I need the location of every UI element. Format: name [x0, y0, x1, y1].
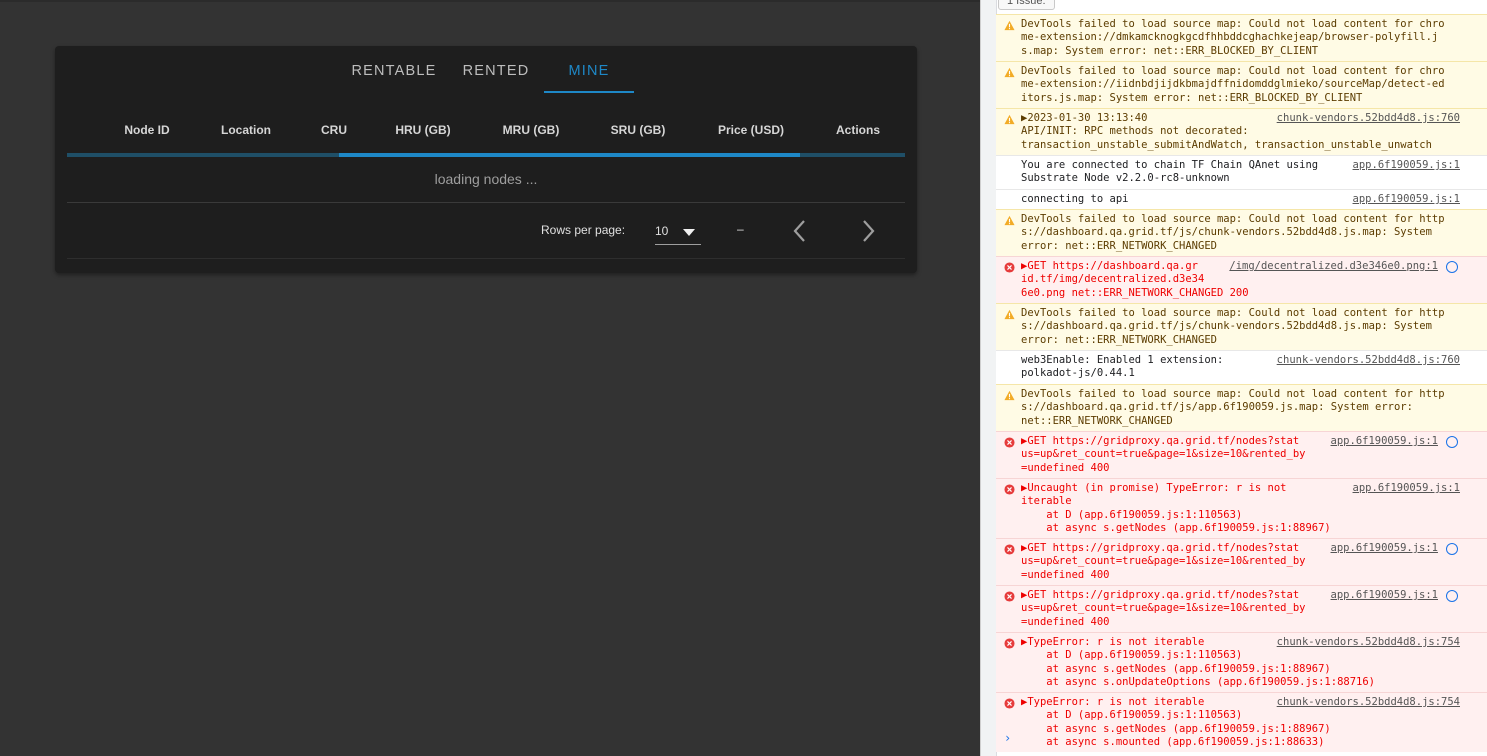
console-message-text: DevTools failed to load source map: Coul… — [1021, 18, 1445, 57]
devtools-console: 1 Issue: DevTools failed to load source … — [980, 0, 1487, 756]
column-header-location[interactable]: Location — [214, 116, 278, 144]
dashboard-app: RENTABLE RENTED MINE Node ID Location CR… — [0, 0, 980, 756]
devtools-gutter — [981, 0, 997, 756]
console-source-link[interactable]: app.6f190059.js:1 — [1353, 159, 1460, 172]
next-page-button[interactable] — [853, 216, 883, 246]
node-tabs: RENTABLE RENTED MINE — [55, 46, 917, 94]
console-message-warn[interactable]: DevTools failed to load source map: Coul… — [996, 384, 1487, 431]
warning-icon — [1004, 215, 1015, 226]
app-top-border — [0, 0, 980, 2]
warning-icon — [1004, 309, 1015, 320]
column-header-mru[interactable]: MRU (GB) — [495, 116, 567, 144]
console-message-err[interactable]: ▶GET https://gridproxy.qa.grid.tf/nodes?… — [996, 585, 1487, 632]
nodes-card: RENTABLE RENTED MINE Node ID Location CR… — [55, 46, 917, 273]
console-message-text: DevTools failed to load source map: Coul… — [1021, 388, 1445, 427]
console-message-text: DevTools failed to load source map: Coul… — [1021, 307, 1445, 346]
rows-per-page-select[interactable]: 10 — [655, 220, 701, 245]
console-message-info[interactable]: connecting to api app.6f190059.js:1 — [996, 189, 1487, 209]
console-message-warn[interactable]: ▶2023-01-30 13:13:40 API/INIT: RPC metho… — [996, 108, 1487, 155]
error-icon — [1004, 591, 1015, 602]
console-message-err[interactable]: ▶GET https://gridproxy.qa.grid.tf/nodes?… — [996, 538, 1487, 585]
warning-icon — [1004, 20, 1015, 31]
rows-per-page-value: 10 — [655, 224, 669, 238]
column-header-actions: Actions — [835, 123, 880, 137]
console-source-link[interactable]: chunk-vendors.52bdd4d8.js:760 — [1277, 112, 1460, 125]
tab-rented[interactable]: RENTED — [455, 46, 537, 94]
console-source-link[interactable]: /img/decentralized.d3e346e0.png:1 — [1229, 260, 1438, 273]
console-message-warn[interactable]: DevTools failed to load source map: Coul… — [996, 209, 1487, 256]
network-request-icon[interactable] — [1446, 261, 1458, 273]
console-message-warn[interactable]: DevTools failed to load source map: Coul… — [996, 303, 1487, 350]
console-message-warn[interactable]: DevTools failed to load source map: Coul… — [996, 14, 1487, 61]
console-message-err[interactable]: ▶TypeError: r is not iterable at D (app.… — [996, 692, 1487, 752]
error-icon — [1004, 484, 1015, 495]
tab-mine[interactable]: MINE — [544, 46, 634, 94]
column-header-hru[interactable]: HRU (GB) — [387, 116, 459, 144]
warning-icon — [1004, 67, 1015, 78]
console-message-err[interactable]: ▶Uncaught (in promise) TypeError: r is n… — [996, 478, 1487, 538]
previous-page-button[interactable] — [786, 216, 816, 246]
console-prompt[interactable]: › — [1004, 731, 1011, 745]
console-messages: 1 Issue: DevTools failed to load source … — [996, 0, 1487, 756]
column-header-sru[interactable]: SRU (GB) — [603, 116, 673, 144]
console-source-link[interactable]: app.6f190059.js:1 — [1331, 542, 1438, 555]
rows-per-page-label: Rows per page: — [541, 223, 626, 237]
column-header-node-id[interactable]: Node ID — [113, 116, 181, 144]
network-request-icon[interactable] — [1446, 436, 1458, 448]
error-icon — [1004, 437, 1015, 448]
network-request-icon[interactable] — [1446, 543, 1458, 555]
active-tab-indicator — [544, 91, 634, 93]
console-message-text: DevTools failed to load source map: Coul… — [1021, 65, 1445, 104]
warning-icon — [1004, 114, 1015, 125]
error-icon — [1004, 698, 1015, 709]
issues-badge[interactable]: 1 Issue: — [998, 0, 1055, 10]
console-message-err[interactable]: ▶TypeError: r is not iterable at D (app.… — [996, 632, 1487, 692]
table-footer: Rows per page: 10 – — [67, 206, 905, 259]
page-range-text: – — [737, 222, 744, 236]
error-icon — [1004, 262, 1015, 273]
console-source-link[interactable]: chunk-vendors.52bdd4d8.js:754 — [1277, 636, 1460, 649]
warning-icon — [1004, 390, 1015, 401]
loading-message: loading nodes ... — [67, 157, 905, 203]
error-icon — [1004, 638, 1015, 649]
error-icon — [1004, 544, 1015, 555]
console-source-link[interactable]: app.6f190059.js:1 — [1331, 435, 1438, 448]
column-header-price[interactable]: Price (USD) — [710, 116, 792, 144]
chevron-right-icon — [863, 220, 875, 242]
console-message-text: DevTools failed to load source map: Coul… — [1021, 213, 1445, 252]
console-source-link[interactable]: app.6f190059.js:1 — [1353, 193, 1460, 206]
console-message-info[interactable]: You are connected to chain TF Chain QAne… — [996, 155, 1487, 189]
tab-rentable[interactable]: RENTABLE — [345, 46, 443, 94]
column-header-cru[interactable]: CRU — [313, 116, 355, 144]
console-message-err[interactable]: ▶GET https://gridproxy.qa.grid.tf/nodes?… — [996, 431, 1487, 478]
caret-down-icon — [683, 229, 695, 236]
console-source-link[interactable]: app.6f190059.js:1 — [1331, 589, 1438, 602]
console-source-link[interactable]: chunk-vendors.52bdd4d8.js:754 — [1277, 696, 1460, 709]
console-source-link[interactable]: app.6f190059.js:1 — [1353, 482, 1460, 495]
network-request-icon[interactable] — [1446, 590, 1458, 602]
console-source-link[interactable]: chunk-vendors.52bdd4d8.js:760 — [1277, 354, 1460, 367]
table-header: Node ID Location CRU HRU (GB) MRU (GB) S… — [67, 116, 905, 154]
chevron-left-icon — [793, 220, 805, 242]
console-message-err[interactable]: ▶GET https://dashboard.qa.gr id.tf/img/d… — [996, 256, 1487, 303]
console-message-warn[interactable]: DevTools failed to load source map: Coul… — [996, 61, 1487, 108]
console-message-info[interactable]: web3Enable: Enabled 1 extension: polkado… — [996, 350, 1487, 384]
